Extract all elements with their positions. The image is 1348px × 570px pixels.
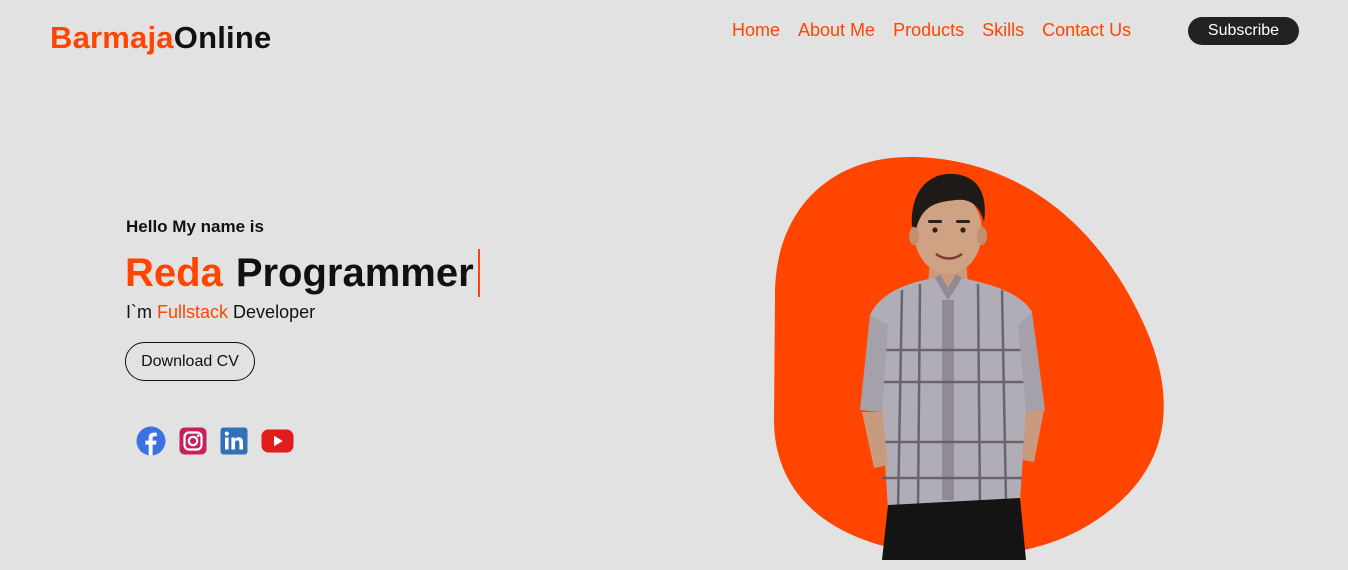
- hero-headline: Reda Programmer: [125, 249, 480, 297]
- instagram-icon[interactable]: [179, 427, 207, 455]
- logo-accent: Barmaja: [50, 20, 174, 55]
- logo-rest: Online: [173, 20, 272, 55]
- main-nav: Home About Me Products Skills Contact Us: [732, 20, 1149, 41]
- hero-title: Programmer: [235, 251, 474, 295]
- hero-image: [774, 156, 1164, 560]
- hero-greeting: Hello My name is: [126, 217, 264, 236]
- nav-home[interactable]: Home: [732, 20, 780, 41]
- page: BarmajaOnline Home About Me Products Ski…: [0, 0, 1348, 570]
- typing-cursor: [477, 249, 480, 297]
- hero-name: Reda: [125, 251, 223, 295]
- role-suffix: Developer: [233, 302, 316, 322]
- download-cv-button[interactable]: Download CV: [125, 342, 255, 381]
- subscribe-button[interactable]: Subscribe: [1188, 17, 1299, 45]
- hero-role: I`m Fullstack Developer: [126, 302, 315, 323]
- facebook-icon[interactable]: [136, 426, 166, 456]
- nav-skills[interactable]: Skills: [982, 20, 1024, 41]
- nav-contact-us[interactable]: Contact Us: [1042, 20, 1131, 41]
- nav-about-me[interactable]: About Me: [798, 20, 875, 41]
- role-highlight: Fullstack: [157, 302, 229, 322]
- nav-products[interactable]: Products: [893, 20, 964, 41]
- role-prefix: I`m: [126, 302, 152, 322]
- linkedin-icon[interactable]: [220, 427, 248, 455]
- social-links: [136, 426, 307, 456]
- youtube-icon[interactable]: [261, 429, 294, 453]
- site-logo[interactable]: BarmajaOnline: [50, 20, 271, 56]
